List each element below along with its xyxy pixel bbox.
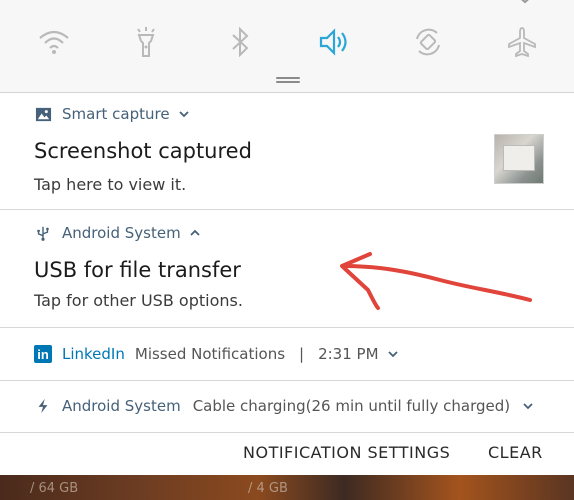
storage-label: / 64 GB: [30, 481, 79, 496]
chevron-down-icon[interactable]: [387, 348, 399, 360]
flashlight-toggle[interactable]: [128, 24, 164, 60]
notification-header: Android System: [34, 224, 201, 242]
chevron-down-icon[interactable]: [522, 400, 534, 412]
expand-arrow-icon[interactable]: [516, 0, 534, 4]
notification-summary: Missed Notifications: [134, 345, 286, 363]
notification-row: in LinkedIn Missed Notifications | 2:31 …: [34, 345, 399, 363]
bluetooth-toggle[interactable]: [222, 24, 258, 60]
image-icon: [34, 105, 52, 123]
lightning-bolt-icon: [34, 397, 52, 415]
wifi-toggle[interactable]: [36, 24, 72, 60]
notification-row: Android System Cable charging(26 min unt…: [34, 397, 534, 415]
notification-text: Tap here to view it.: [34, 175, 187, 194]
notification-footer: NOTIFICATION SETTINGS CLEAR: [0, 433, 574, 475]
sound-icon: [319, 28, 347, 56]
screenshot-thumbnail[interactable]: [494, 134, 544, 184]
chevron-down-icon[interactable]: [178, 108, 190, 120]
app-name: Android System: [62, 224, 181, 242]
notification-settings-button[interactable]: NOTIFICATION SETTINGS: [243, 443, 450, 462]
quick-settings-panel: [0, 0, 574, 93]
notification-header: Smart capture: [34, 105, 190, 123]
linkedin-icon: in: [34, 345, 52, 363]
storage-label: / 4 GB: [248, 481, 288, 496]
airplane-mode-icon: [508, 27, 536, 58]
notification-title: USB for file transfer: [34, 258, 241, 282]
notification-smart-capture[interactable]: Smart capture Screenshot captured Tap he…: [0, 93, 574, 210]
auto-rotate-toggle[interactable]: [410, 24, 446, 60]
chevron-up-icon[interactable]: [189, 227, 201, 239]
wifi-icon: [39, 30, 69, 54]
flashlight-icon: [137, 27, 155, 57]
sound-toggle[interactable]: [316, 24, 352, 60]
background-wallpaper: / 64 GB / 4 GB: [0, 475, 574, 500]
app-name: Smart capture: [62, 105, 170, 123]
panel-drag-handle[interactable]: [276, 77, 300, 83]
clear-button[interactable]: CLEAR: [488, 443, 543, 462]
notification-charging[interactable]: Android System Cable charging(26 min unt…: [0, 381, 574, 433]
notification-linkedin[interactable]: in LinkedIn Missed Notifications | 2:31 …: [0, 328, 574, 381]
annotation-arrow: [340, 252, 532, 310]
app-name: Android System: [62, 397, 181, 415]
notification-text: Cable charging(26 min until fully charge…: [192, 397, 511, 415]
notification-time: 2:31 PM: [318, 345, 379, 363]
app-name: LinkedIn: [62, 345, 125, 363]
bluetooth-icon: [232, 26, 249, 58]
separator: |: [299, 345, 305, 363]
auto-rotate-icon: [416, 28, 440, 56]
airplane-mode-toggle[interactable]: [504, 24, 540, 60]
notification-text: Tap for other USB options.: [34, 291, 243, 310]
notification-title: Screenshot captured: [34, 139, 252, 163]
usb-icon: [34, 224, 52, 242]
